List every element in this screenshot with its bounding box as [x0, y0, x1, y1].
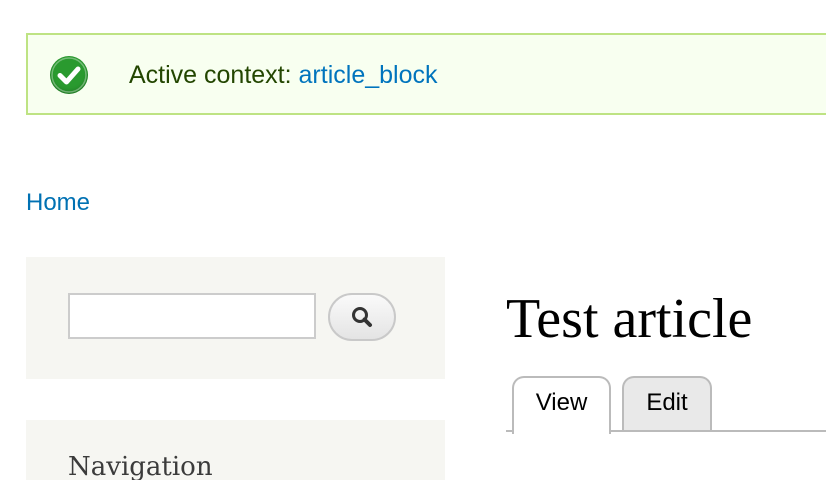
search-input[interactable]	[68, 293, 316, 339]
status-text: Active context: article_block	[129, 60, 437, 90]
search-button[interactable]	[328, 293, 396, 341]
breadcrumb: Home	[26, 188, 90, 218]
magnifier-icon	[330, 304, 394, 330]
status-message: Active context: article_block	[26, 33, 826, 115]
page-title: Test article	[506, 288, 753, 350]
navigation-title: Navigation	[68, 452, 213, 480]
context-link[interactable]: article_block	[299, 61, 438, 89]
breadcrumb-home-link[interactable]: Home	[26, 189, 90, 216]
status-prefix: Active context:	[129, 61, 299, 89]
tab-edit[interactable]: Edit	[622, 376, 712, 430]
navigation-block: Navigation	[26, 420, 445, 480]
check-circle-icon	[50, 56, 88, 94]
page: Active context: article_block Home Navig…	[0, 0, 826, 480]
tab-view[interactable]: View	[512, 376, 611, 434]
search-block	[26, 257, 445, 379]
